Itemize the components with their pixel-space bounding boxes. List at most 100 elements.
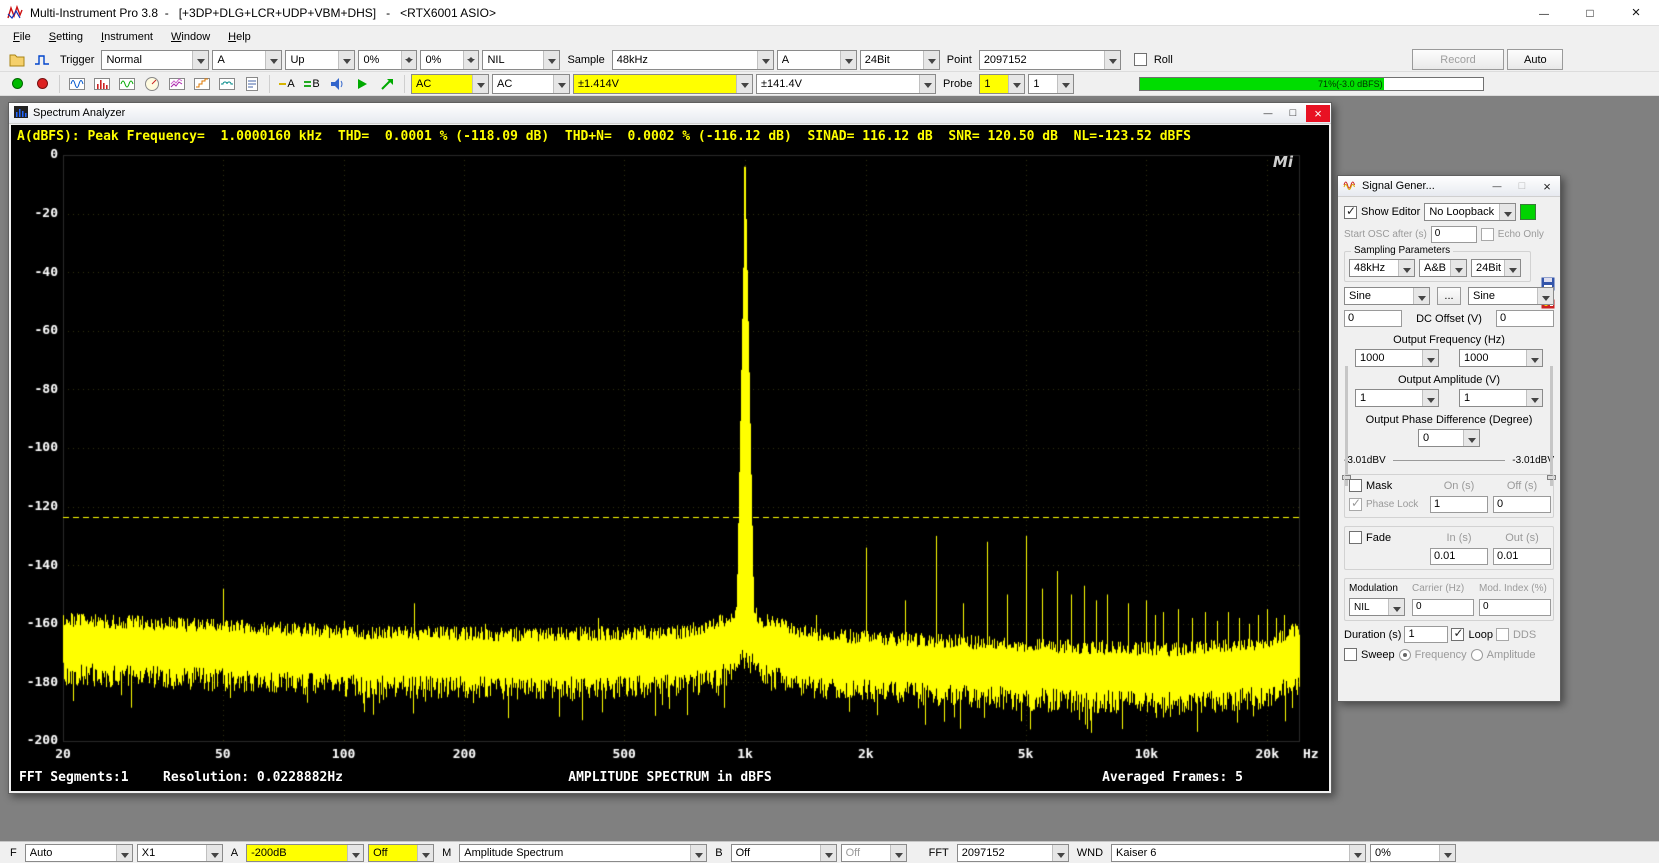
channel-b-toggle[interactable]: B — [301, 74, 323, 94]
siggen-channels-select[interactable]: A&B — [1419, 259, 1467, 277]
phase-select[interactable]: 0 — [1418, 429, 1480, 447]
sweep-amplitude-radio[interactable]: Amplitude — [1471, 649, 1536, 661]
close-button[interactable] — [1613, 0, 1659, 25]
minimize-button[interactable] — [1256, 105, 1280, 122]
sweep-frequency-radio[interactable]: Frequency — [1399, 649, 1467, 661]
sweep-checkbox[interactable]: Sweep — [1344, 648, 1395, 661]
maximize-button[interactable] — [1567, 0, 1613, 25]
mask-checkbox[interactable]: Mask — [1349, 479, 1425, 492]
zoom-select[interactable]: X1 — [137, 844, 223, 862]
range-a-select[interactable]: ±1.414V — [573, 74, 753, 94]
freq-a-select[interactable]: 1000 — [1355, 349, 1439, 367]
speaker-icon[interactable] — [326, 74, 348, 94]
range-b-select[interactable]: ±141.4V — [756, 74, 936, 94]
maximize-button[interactable] — [1510, 178, 1534, 195]
open-file-button[interactable] — [6, 50, 28, 70]
siggen-rate-select[interactable]: 48kHz — [1349, 259, 1415, 277]
freq-b-select[interactable]: 1000 — [1459, 349, 1543, 367]
spectrum-analyzer-icon[interactable] — [91, 74, 113, 94]
start-osc-input[interactable]: 0 — [1431, 226, 1477, 243]
run-button[interactable] — [6, 74, 28, 94]
trigger-delay-input[interactable]: 0% — [420, 50, 479, 70]
device-test-plan-icon[interactable] — [241, 74, 263, 94]
carrier-input[interactable]: 0 — [1412, 599, 1474, 616]
data-logger-icon[interactable] — [191, 74, 213, 94]
b-range-select[interactable]: Off — [731, 844, 837, 862]
sample-rate-select[interactable]: 48kHz — [612, 50, 774, 70]
show-editor-checkbox[interactable]: Show Editor — [1344, 206, 1420, 219]
minimize-button[interactable] — [1521, 0, 1567, 25]
coupling-b-select[interactable]: AC — [492, 74, 570, 94]
dc-offset-b-input[interactable]: 0 — [1496, 310, 1554, 327]
fade-in-input[interactable]: 0.01 — [1430, 548, 1488, 565]
auto-button[interactable]: Auto — [1507, 49, 1563, 70]
b-shift-select[interactable]: Off — [841, 844, 907, 862]
modulation-type-select[interactable]: NIL — [1349, 598, 1405, 616]
coupling-a-select[interactable]: AC — [411, 74, 489, 94]
spectrum-chart[interactable] — [13, 147, 1329, 767]
overlap-select[interactable]: 0% — [1370, 844, 1456, 862]
signal-generator-icon[interactable] — [116, 74, 138, 94]
siggen-bits-select[interactable]: 24Bit — [1471, 259, 1521, 277]
dds-checkbox[interactable]: DDS — [1496, 628, 1536, 641]
fade-checkbox[interactable]: Fade — [1349, 531, 1425, 544]
output-on-button[interactable] — [1520, 204, 1536, 220]
maximize-button[interactable] — [1281, 105, 1305, 122]
minimize-button[interactable] — [1485, 178, 1509, 195]
dc-offset-a-input[interactable]: 0 — [1344, 310, 1402, 327]
duration-input[interactable]: 1 — [1404, 626, 1448, 643]
probe-a-select[interactable]: 1 — [979, 74, 1025, 94]
amp-b-select[interactable]: 1 — [1459, 389, 1543, 407]
window-function-select[interactable]: Kaiser 6 — [1111, 844, 1366, 862]
frequency-scale-select[interactable]: Auto — [25, 844, 133, 862]
autoscale-icon[interactable] — [376, 74, 398, 94]
wave-b-select[interactable]: Sine — [1468, 287, 1554, 305]
menu-help[interactable]: Help — [219, 28, 260, 46]
channel-b-level-slider[interactable] — [1550, 366, 1553, 486]
trigger-source-select[interactable]: A — [212, 50, 282, 70]
close-button[interactable] — [1535, 178, 1559, 195]
amp-a-select[interactable]: 1 — [1355, 389, 1439, 407]
sample-channel-select[interactable]: A — [777, 50, 857, 70]
menu-setting[interactable]: Setting — [40, 28, 92, 46]
fade-out-input[interactable]: 0.01 — [1493, 548, 1551, 565]
display-mode-select[interactable]: Amplitude Spectrum — [459, 844, 707, 862]
record-length-select[interactable]: 2097152 — [979, 50, 1121, 70]
phase-lock-checkbox[interactable]: Phase Lock — [1349, 498, 1425, 511]
channel-a-toggle[interactable]: A — [276, 74, 298, 94]
play-icon[interactable] — [351, 74, 373, 94]
trigger-hpf-select[interactable]: NIL — [482, 50, 560, 70]
mask-on-input[interactable]: 1 — [1430, 496, 1488, 513]
wave-a-select[interactable]: Sine — [1344, 287, 1430, 305]
probe-b-select[interactable]: 1 — [1028, 74, 1074, 94]
bit-depth-select[interactable]: 24Bit — [860, 50, 940, 70]
fft-size-select[interactable]: 2097152 — [957, 844, 1069, 862]
oscilloscope-icon[interactable] — [66, 74, 88, 94]
a-shift-select[interactable]: Off — [368, 844, 434, 862]
mod-index-input[interactable]: 0 — [1479, 599, 1551, 616]
echo-only-checkbox[interactable]: Echo Only — [1481, 228, 1544, 241]
trigger-mode-select[interactable]: Normal — [101, 50, 209, 70]
a-range-select[interactable]: -200dB — [246, 844, 364, 862]
spectrum-3d-plot-icon[interactable] — [166, 74, 188, 94]
spin-down-icon[interactable] — [464, 60, 478, 69]
roll-checkbox[interactable] — [1134, 53, 1147, 66]
loop-checkbox[interactable]: Loop — [1451, 628, 1492, 641]
wave-editor-button[interactable]: ... — [1437, 287, 1460, 305]
spin-down-icon[interactable] — [402, 60, 416, 69]
spectrum-titlebar[interactable]: Spectrum Analyzer — [9, 103, 1331, 124]
close-button[interactable] — [1306, 105, 1330, 122]
stop-button[interactable] — [31, 74, 53, 94]
record-button[interactable]: Record — [1412, 49, 1504, 70]
trigger-level-input[interactable]: 0% — [358, 50, 417, 70]
siggen-titlebar[interactable]: Signal Gener... — [1338, 176, 1560, 197]
lcr-meter-icon[interactable] — [216, 74, 238, 94]
loopback-select[interactable]: No Loopback — [1424, 203, 1516, 221]
channel-a-level-slider[interactable] — [1345, 366, 1348, 486]
menu-instrument[interactable]: Instrument — [92, 28, 162, 46]
multimeter-icon[interactable] — [141, 74, 163, 94]
menu-file[interactable]: File — [4, 28, 40, 46]
menu-window[interactable]: Window — [162, 28, 219, 46]
mask-off-input[interactable]: 0 — [1493, 496, 1551, 513]
trigger-edge-select[interactable]: Up — [285, 50, 355, 70]
